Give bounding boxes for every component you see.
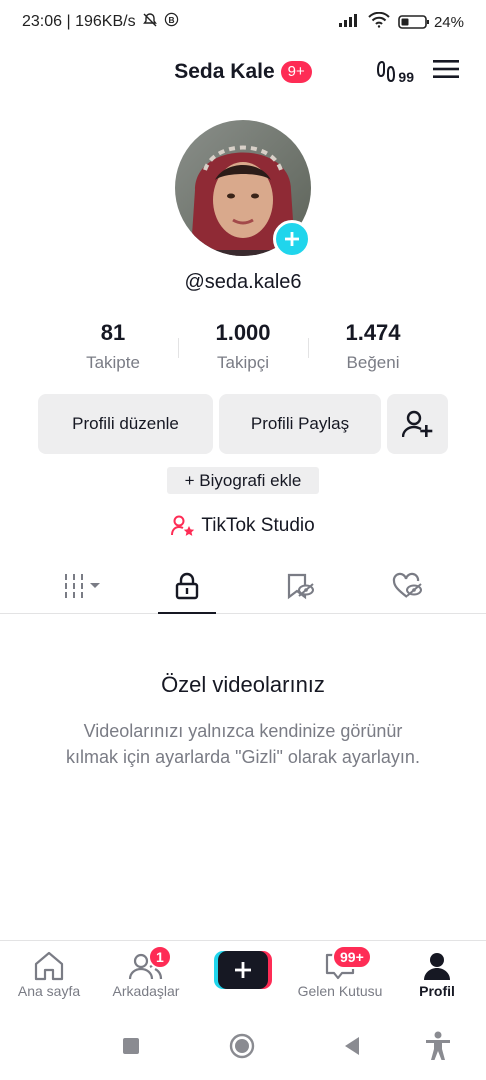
heart-hidden-icon [392, 572, 422, 598]
add-avatar-button[interactable] [273, 220, 311, 258]
add-friend-button[interactable] [387, 394, 448, 454]
friends-badge: 1 [148, 945, 172, 969]
grid-dropdown-icon [65, 574, 100, 598]
nav-home[interactable]: Ana sayfa [1, 951, 97, 999]
divider [178, 338, 179, 358]
status-bar: 23:06 | 196KB/s B 24% [0, 0, 486, 44]
signal-icon [338, 12, 360, 33]
profile-header: Seda Kale 9+ 99 [0, 52, 486, 96]
nav-home-label: Ana sayfa [17, 983, 81, 999]
stat-label: Takipte [86, 353, 140, 372]
b-circle-icon: B [164, 12, 179, 32]
bookmark-hidden-icon [287, 573, 314, 600]
create-button[interactable] [214, 951, 272, 989]
profile-name-title[interactable]: Seda Kale [174, 60, 274, 84]
share-profile-button[interactable]: Profili Paylaş [219, 394, 381, 454]
profile-handle: @seda.kale6 [184, 271, 302, 293]
creator-star-icon [171, 515, 195, 536]
back-icon[interactable] [342, 1035, 362, 1062]
tab-saved[interactable] [270, 560, 330, 612]
divider [308, 338, 309, 358]
nav-inbox-label: Gelen Kutusu [297, 983, 383, 999]
plus-icon [285, 232, 299, 246]
notification-badge: 9+ [280, 61, 312, 83]
tiktok-studio-link[interactable]: TikTok Studio [0, 515, 486, 537]
lock-icon [175, 572, 199, 600]
tiktok-studio-label: TikTok Studio [201, 515, 315, 536]
stat-label: Takipçi [217, 353, 269, 372]
bottom-navigation: Ana sayfa Arkadaşlar 1 Gelen Kutusu 99+ … [0, 940, 486, 1012]
active-tab-indicator [158, 612, 216, 614]
svg-text:B: B [168, 15, 174, 25]
status-time: 23:06 | 196KB/s [22, 13, 136, 30]
edit-profile-button[interactable]: Profili düzenle [38, 394, 213, 454]
stat-following[interactable]: 81 Takipte [58, 320, 168, 373]
nav-profile[interactable]: Profil [389, 951, 485, 999]
home-circle-icon[interactable] [229, 1033, 255, 1064]
nav-profile-label: Profil [419, 983, 455, 999]
tab-videos-grid[interactable] [54, 560, 114, 612]
avatar-container[interactable] [175, 120, 311, 258]
inbox-badge: 99+ [332, 945, 372, 969]
empty-state-title: Özel videolarınız [161, 672, 325, 697]
battery-icon [398, 15, 429, 29]
add-person-icon [401, 410, 432, 438]
create-plus-icon [214, 951, 272, 989]
accessibility-icon[interactable] [424, 1031, 452, 1066]
stat-value: 1.000 [215, 320, 271, 345]
footprint-icon[interactable]: 99 [376, 59, 414, 85]
stat-label: Beğeni [346, 353, 400, 372]
bell-muted-icon [142, 12, 158, 33]
battery-percent: 24% [433, 13, 464, 31]
menu-icon[interactable] [432, 58, 460, 85]
footprint-count: 99 [398, 68, 414, 85]
home-icon [34, 951, 64, 981]
tab-private[interactable] [157, 560, 217, 612]
system-navigation [0, 1016, 486, 1080]
stat-likes[interactable]: 1.474 Beğeni [318, 320, 428, 373]
nav-friends[interactable]: Arkadaşlar 1 [98, 945, 194, 999]
stat-value: 1.474 [345, 320, 401, 345]
nav-friends-label: Arkadaşlar [112, 983, 180, 999]
add-bio-button[interactable]: + Biyografi ekle [167, 467, 319, 494]
nav-inbox[interactable]: Gelen Kutusu 99+ [292, 945, 388, 999]
battery-indicator: 24% [398, 14, 464, 31]
stat-value: 81 [100, 320, 126, 345]
empty-state-description: Videolarınızı yalnızca kendinize görünür… [66, 721, 420, 767]
wifi-icon [368, 11, 390, 33]
tab-liked[interactable] [378, 560, 438, 612]
recent-apps-icon[interactable] [121, 1036, 141, 1061]
profile-stats: 81 Takipte 1.000 Takipçi 1.474 Beğeni [0, 320, 486, 384]
content-tabs [0, 560, 486, 614]
stat-followers[interactable]: 1.000 Takipçi [188, 320, 298, 373]
profile-icon [424, 953, 450, 980]
